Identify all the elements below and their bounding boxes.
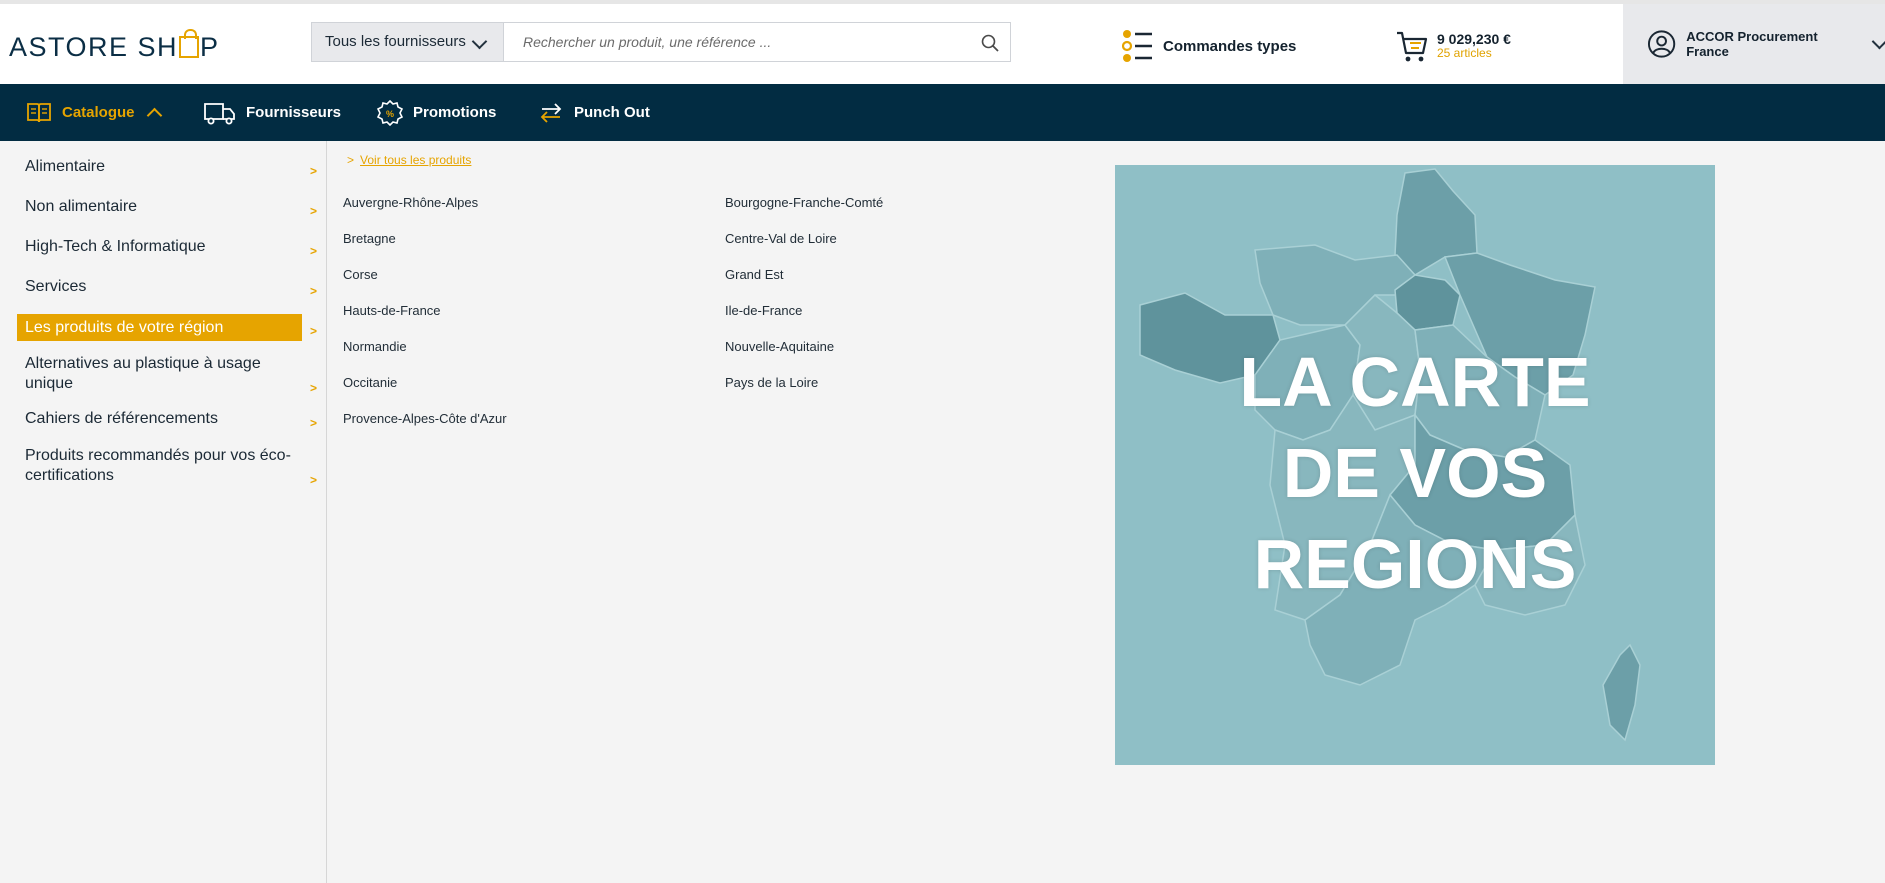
cart-button[interactable]: 9 029,230 € 25 articles	[1395, 26, 1511, 66]
chevron-right-icon: >	[310, 204, 318, 218]
region-link[interactable]: Hauts-de-France	[343, 303, 441, 318]
chevron-right-icon: >	[310, 473, 318, 487]
chevron-up-icon	[146, 107, 162, 124]
logo-text: ASTORE SH	[9, 32, 179, 62]
list-icon	[1122, 30, 1152, 62]
search-icon[interactable]	[980, 33, 1000, 53]
voir-tous-arrow: >	[347, 153, 355, 167]
chevron-right-icon: >	[310, 416, 318, 430]
chevron-right-icon: >	[310, 381, 318, 395]
header: ASTORE SH P Tous les fournisseurs Command…	[0, 4, 1885, 84]
supplier-select[interactable]: Tous les fournisseurs	[311, 22, 503, 62]
chevron-right-icon: >	[310, 324, 318, 338]
nav-catalogue-label: Catalogue	[62, 104, 135, 121]
chevron-down-icon	[1871, 33, 1885, 49]
banner-line-3: REGIONS	[1253, 525, 1577, 603]
user-icon	[1647, 30, 1676, 58]
category-eco-certifications[interactable]: Produits recommandés pour vos éco-certif…	[17, 446, 302, 486]
cart-total: 9 029,230 €	[1437, 31, 1511, 47]
account-label: ACCOR Procurement France	[1686, 29, 1818, 59]
voir-tous-link[interactable]: > Voir tous les produits	[347, 153, 471, 167]
chevron-right-icon: >	[310, 244, 318, 258]
nav-fournisseurs-label: Fournisseurs	[246, 104, 342, 121]
category-high-tech[interactable]: High-Tech & Informatique	[17, 237, 302, 257]
truck-icon	[204, 101, 236, 125]
commandes-types-link[interactable]: Commandes types	[1122, 28, 1296, 64]
region-link[interactable]: Provence-Alpes-Côte d'Azur	[343, 411, 507, 426]
category-cahiers-referencements[interactable]: Cahiers de référencements	[17, 409, 302, 429]
astore-shop-logo[interactable]: ASTORE SH P	[9, 29, 220, 63]
nav-punch-out[interactable]: Punch Out	[538, 84, 650, 141]
region-link[interactable]: Corse	[343, 267, 378, 282]
shopping-bag-icon	[179, 29, 200, 58]
chevron-down-icon	[471, 33, 488, 50]
region-link[interactable]: Auvergne-Rhône-Alpes	[343, 195, 478, 210]
cart-count: 25 articles	[1437, 46, 1492, 60]
supplier-select-value: Tous les fournisseurs	[325, 33, 466, 50]
nav-punch-out-label: Punch Out	[574, 104, 650, 121]
region-link[interactable]: Occitanie	[343, 375, 397, 390]
voir-tous-label: Voir tous les produits	[360, 153, 472, 167]
logo-text-end: P	[200, 32, 220, 62]
region-link[interactable]: Grand Est	[725, 267, 784, 282]
category-services[interactable]: Services	[17, 277, 302, 297]
region-link[interactable]: Pays de la Loire	[725, 375, 818, 390]
main-nav: Catalogue Fournisseurs % Promotions Punc…	[0, 84, 1885, 141]
nav-promotions[interactable]: % Promotions	[377, 84, 496, 141]
region-link[interactable]: Centre-Val de Loire	[725, 231, 837, 246]
regions-map-banner[interactable]: LA CARTE DE VOS REGIONS	[1115, 165, 1715, 765]
commandes-types-label: Commandes types	[1163, 37, 1297, 55]
nav-catalogue[interactable]: Catalogue	[26, 84, 162, 141]
category-alternatives-plastique[interactable]: Alternatives au plastique à usage unique	[17, 354, 302, 394]
svg-text:%: %	[386, 109, 394, 119]
account-menu[interactable]: ACCOR Procurement France	[1623, 4, 1885, 84]
banner-title: LA CARTE DE VOS REGIONS	[1115, 337, 1715, 610]
category-produits-region[interactable]: Les produits de votre région	[17, 314, 302, 341]
region-link[interactable]: Normandie	[343, 339, 407, 354]
category-non-alimentaire[interactable]: Non alimentaire	[17, 197, 302, 217]
category-alimentaire[interactable]: Alimentaire	[17, 157, 302, 177]
swap-arrows-icon	[538, 102, 564, 124]
category-sidebar: Alimentaire > Non alimentaire > High-Tec…	[0, 141, 327, 883]
nav-promotions-label: Promotions	[413, 104, 497, 121]
region-link[interactable]: Bretagne	[343, 231, 396, 246]
book-icon	[26, 102, 52, 124]
nav-fournisseurs[interactable]: Fournisseurs	[204, 84, 341, 141]
region-link[interactable]: Bourgogne-Franche-Comté	[725, 195, 883, 210]
chevron-right-icon: >	[310, 164, 318, 178]
promo-badge-icon: %	[377, 99, 403, 126]
chevron-right-icon: >	[310, 284, 318, 298]
region-link[interactable]: Ile-de-France	[725, 303, 802, 318]
banner-line-2: DE VOS	[1282, 434, 1548, 512]
region-link[interactable]: Nouvelle-Aquitaine	[725, 339, 834, 354]
cart-icon	[1397, 31, 1428, 62]
banner-line-1: LA CARTE	[1239, 343, 1591, 421]
search-input[interactable]	[503, 22, 1011, 62]
